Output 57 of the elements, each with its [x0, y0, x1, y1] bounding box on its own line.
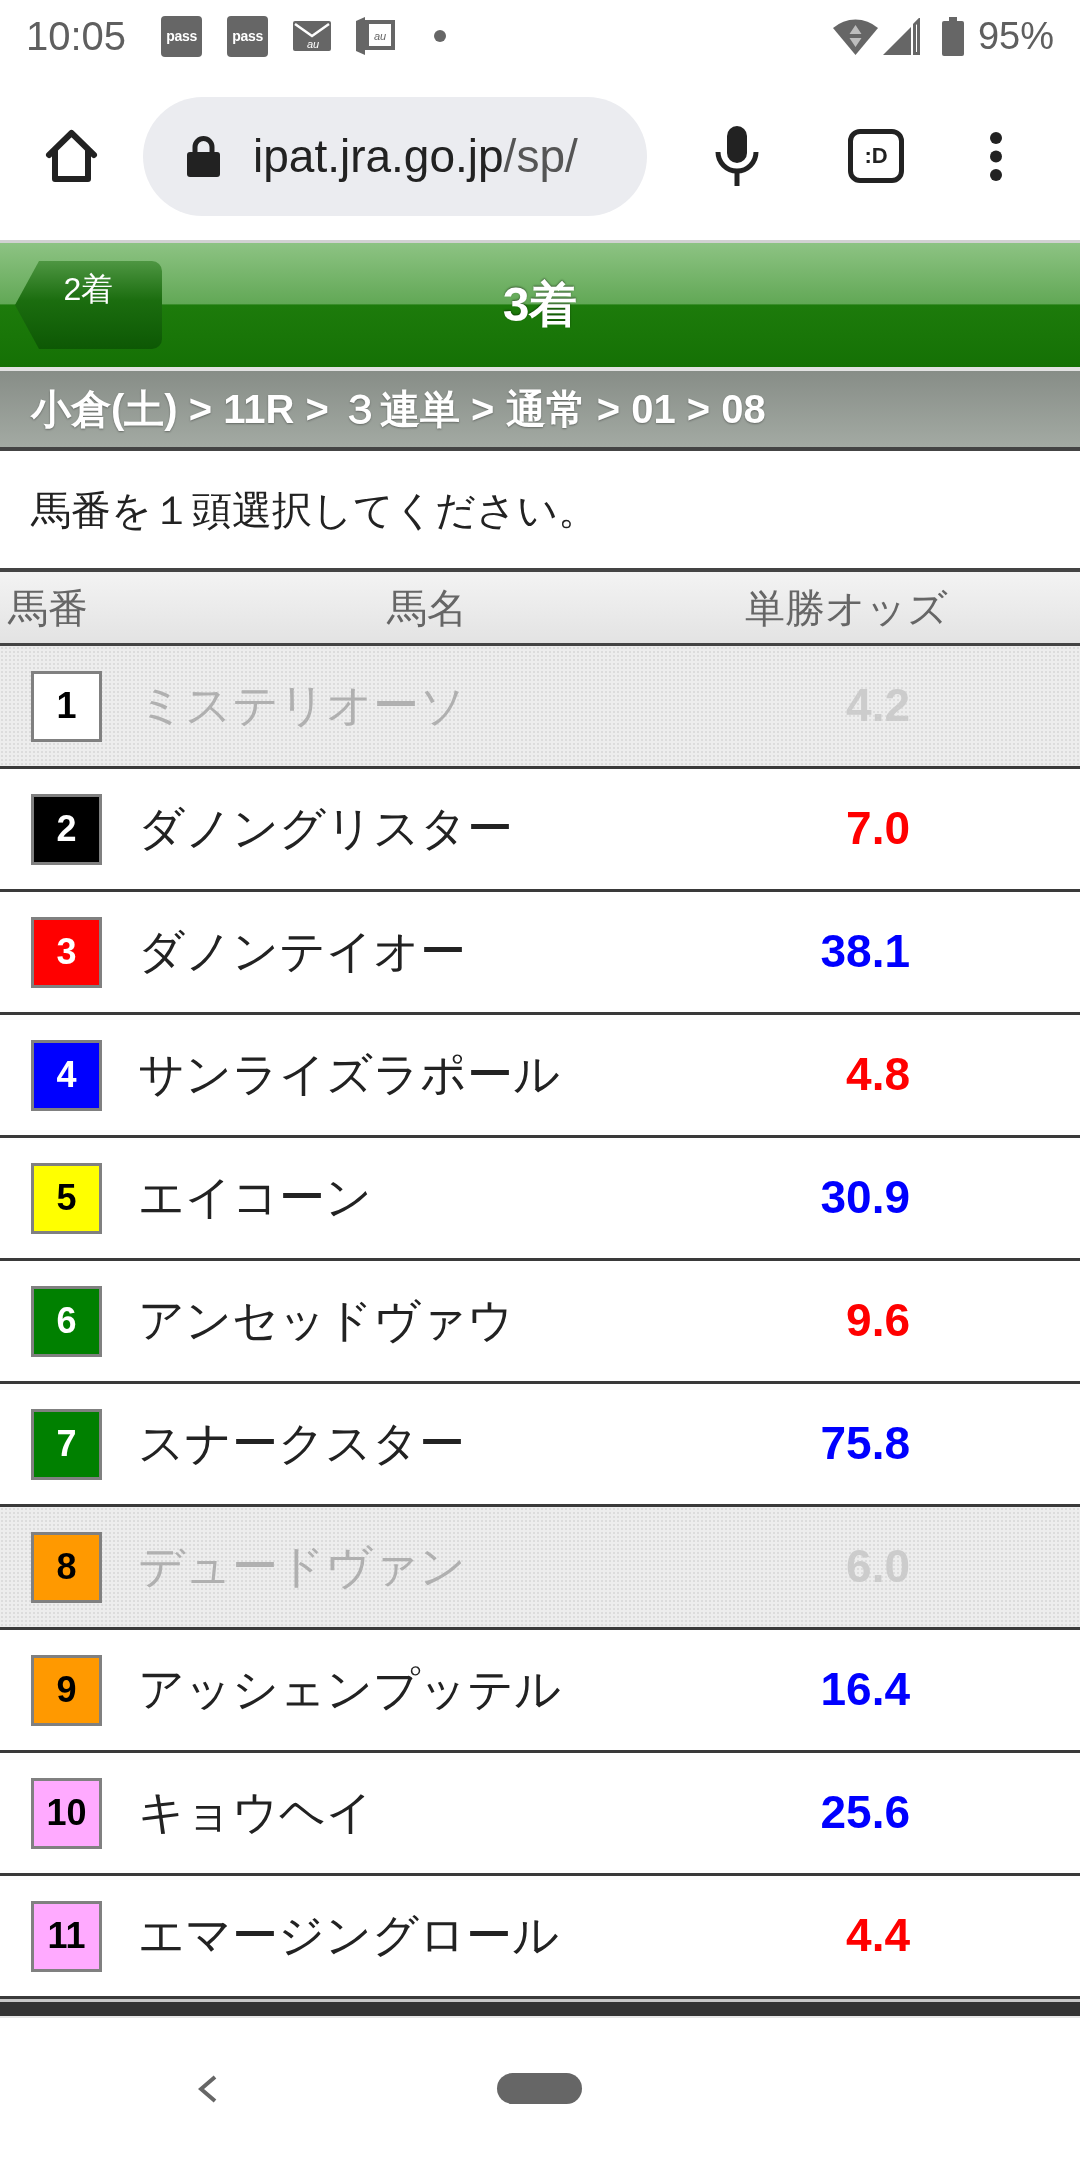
horse-number-badge: 3: [31, 916, 102, 988]
horse-number-badge: 2: [31, 793, 102, 865]
horse-number-badge: 8: [31, 1531, 102, 1603]
url-host-text: ipat.jra.go.jp: [253, 130, 504, 182]
odds-value: 30.9: [819, 1170, 910, 1226]
horse-name: アッシェンプッテル: [138, 1662, 562, 1718]
horse-name: ダノンテイオー: [138, 924, 467, 980]
column-header: 単勝オッズ: [743, 584, 949, 632]
horse-name: アンセッドヴァウ: [138, 1293, 515, 1349]
horse-number-badge: 6: [31, 1285, 102, 1357]
wifi-icon: [832, 17, 878, 55]
horse-name: スナークスター: [138, 1416, 466, 1472]
column-header: 馬番: [7, 584, 89, 632]
url-path-text: /sp/: [503, 130, 578, 182]
back-button[interactable]: 2着: [15, 261, 162, 349]
odds-value: 4.8: [845, 1047, 910, 1103]
horse-number-badge: 4: [31, 1039, 102, 1111]
pass-notification-icon: pass: [227, 15, 269, 57]
horse-name: デュードヴァン: [138, 1539, 467, 1595]
horse-name: エイコーン: [138, 1170, 373, 1226]
horse-number-badge: 11: [31, 1900, 102, 1972]
pass-notification-icon: pass: [161, 15, 203, 57]
horse-number-badge: 5: [31, 1162, 102, 1234]
odds-value: 38.1: [819, 924, 910, 980]
status-time: 10:05: [26, 16, 127, 56]
horse-name: ダノングリスター: [138, 801, 514, 857]
signal-icon: [882, 17, 920, 55]
address-bar[interactable]: ipat.jra.go.jp/sp/: [143, 96, 647, 216]
horse-number-badge: 7: [31, 1408, 102, 1480]
odds-value: 4.4: [845, 1908, 910, 1964]
lock-icon: [187, 135, 220, 177]
notification-dot-icon: [434, 30, 447, 42]
horse-name: ミステリオーソ: [138, 678, 467, 734]
horse-number-badge: 10: [31, 1777, 102, 1849]
odds-value: 16.4: [819, 1662, 910, 1718]
odds-value: 75.8: [819, 1416, 910, 1472]
horse-name: キョウヘイ: [138, 1785, 374, 1841]
horse-number-badge: 1: [31, 670, 102, 742]
horse-name: サンライズラポール: [138, 1047, 561, 1103]
breadcrumb-bar: 小倉(土) > 11R > ３連単 > 通常 > 01 > 08: [0, 371, 1080, 451]
battery-icon: [941, 16, 964, 56]
odds-value: 25.6: [819, 1785, 910, 1841]
home-icon[interactable]: [45, 129, 98, 183]
menu-icon[interactable]: [990, 131, 1002, 181]
column-header: 馬名: [386, 584, 468, 632]
odds-value: 9.6: [845, 1293, 910, 1349]
mail-icon: au: [293, 21, 332, 51]
odds-value: 7.0: [845, 801, 910, 857]
battery-percent: 95%: [977, 17, 1054, 55]
instruction-text: 馬番を１頭選択してください。: [31, 486, 598, 534]
microphone-icon[interactable]: [713, 126, 761, 186]
horse-name: エマージングロール: [138, 1908, 560, 1964]
page-title: 3着: [502, 277, 578, 334]
horse-number-badge: 9: [31, 1654, 102, 1726]
tab-switcher-button[interactable]: :D: [848, 129, 904, 183]
home-handle-icon[interactable]: [497, 2073, 582, 2104]
back-icon[interactable]: [198, 2074, 217, 2103]
